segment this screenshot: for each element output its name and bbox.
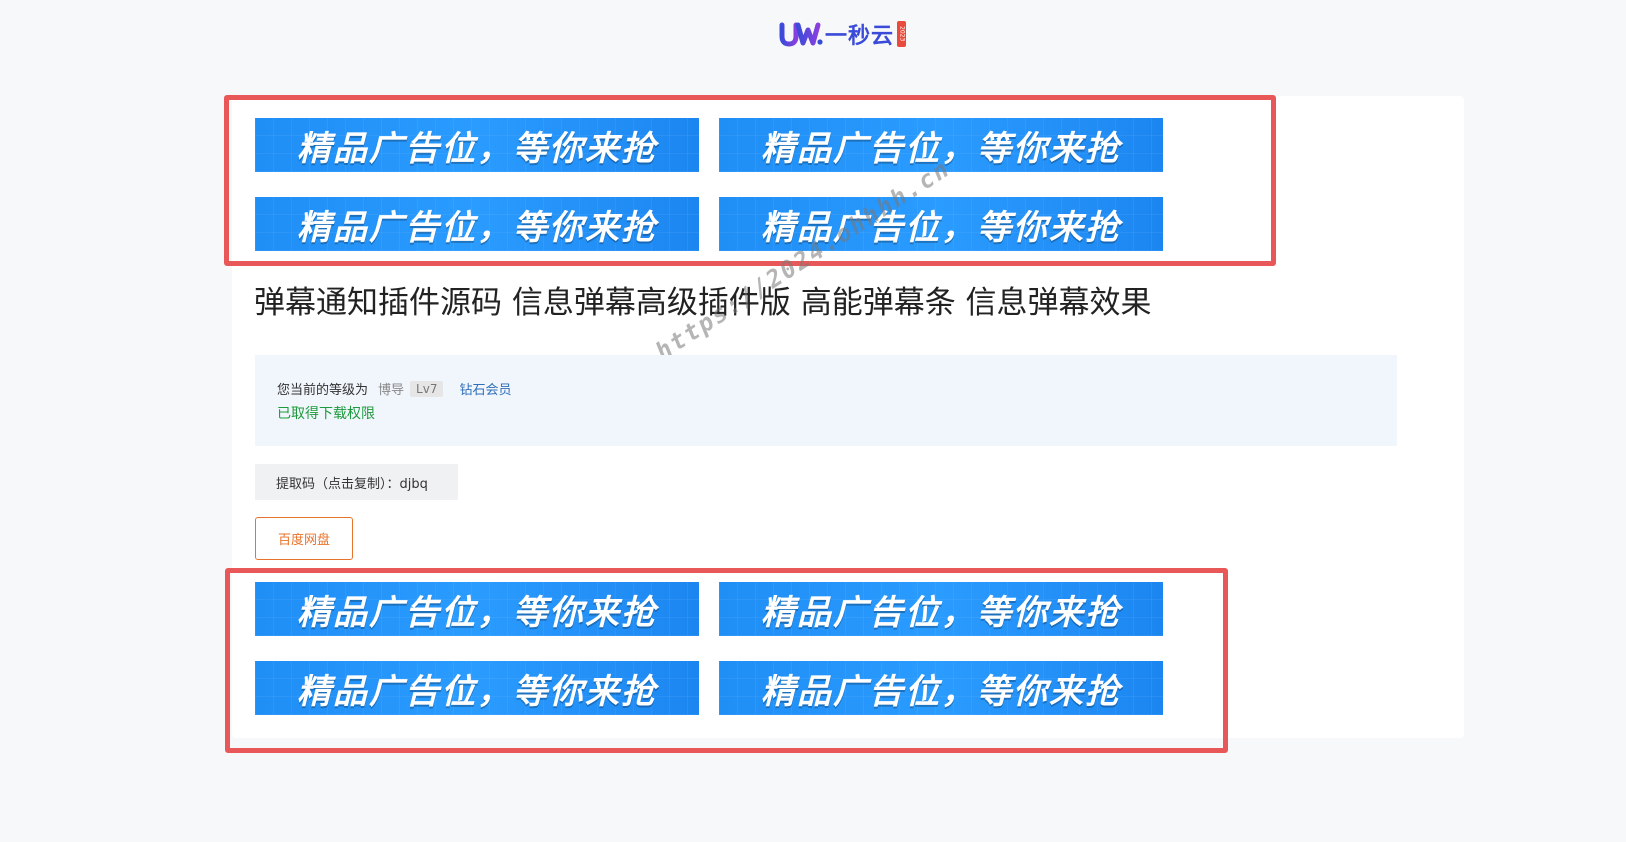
- level-line: 您当前的等级为 博导 Lv7 钻石会员: [277, 379, 511, 398]
- download-permission-status: 已取得下载权限: [277, 406, 375, 422]
- site-logo[interactable]: 一秒云 2023: [779, 18, 907, 50]
- highlight-box-bottom: [225, 568, 1228, 753]
- highlight-box-top: [224, 95, 1276, 266]
- vip-link[interactable]: 钻石会员: [459, 379, 511, 398]
- extract-code-copy[interactable]: 提取码（点击复制）：djbq: [255, 464, 458, 500]
- logo-stamp: 2023: [897, 21, 907, 47]
- level-name: 博导: [378, 383, 405, 398]
- level-badge: Lv7: [410, 380, 444, 397]
- logo-stamp-text: 2023: [898, 26, 906, 42]
- page-root: 一秒云 2023 精品广告位，等你来抢 精品广告位，等你来抢 精品广告位，等你来…: [0, 0, 1626, 842]
- level-prefix: 您当前的等级为: [277, 383, 369, 398]
- user-level-panel: 您当前的等级为 博导 Lv7 钻石会员 已取得下载权限: [255, 355, 1397, 446]
- logo-mark-icon: [779, 22, 823, 47]
- baidu-pan-button[interactable]: 百度网盘: [255, 517, 353, 560]
- logo-text: 一秒云: [825, 24, 895, 49]
